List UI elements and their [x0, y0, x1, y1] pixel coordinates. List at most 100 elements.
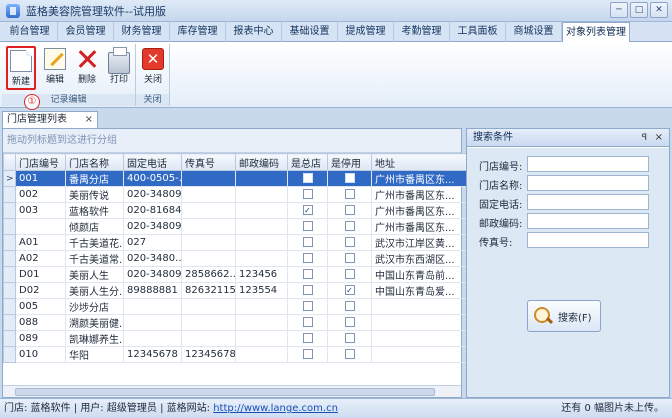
table-cell[interactable] [181, 202, 236, 219]
table-cell[interactable] [181, 218, 236, 235]
table-cell[interactable] [181, 234, 236, 251]
is-hq-cell[interactable] [287, 186, 328, 203]
checkbox[interactable]: ✓ [344, 285, 355, 295]
is-hq-cell[interactable] [287, 250, 328, 267]
search-field-input[interactable] [527, 213, 649, 229]
search-field-input[interactable] [527, 232, 649, 248]
menu-tab-5[interactable]: 基础设置 [282, 22, 338, 42]
table-cell[interactable]: 123554 [235, 282, 288, 299]
table-cell[interactable] [235, 202, 288, 219]
table-cell[interactable] [371, 298, 470, 315]
table-cell[interactable]: 千古美道常... [65, 250, 124, 267]
table-cell[interactable]: 倾颜店 [65, 218, 124, 235]
table-cell[interactable] [235, 346, 288, 363]
table-cell[interactable]: 020-34809... [123, 266, 182, 283]
table-cell[interactable]: 12345678 [181, 346, 236, 363]
table-row[interactable]: 010 华阳 12345678 12345678 [3, 346, 470, 363]
table-row[interactable]: 005 沙埗分店 [3, 298, 470, 315]
is-disabled-cell[interactable] [327, 266, 372, 283]
table-row[interactable]: A01 千古美道花... 027 武汉市江岸区黄... [3, 234, 470, 251]
table-cell[interactable]: 12345678 [123, 346, 182, 363]
table-cell[interactable] [181, 330, 236, 347]
menu-tab-2[interactable]: 财务管理 [114, 22, 170, 42]
table-cell[interactable] [181, 170, 236, 187]
is-disabled-cell[interactable] [327, 218, 372, 235]
table-row[interactable]: 089 凯琳娜养生... [3, 330, 470, 347]
table-row[interactable]: D01美丽人生020-34809...2858662...123456 中国山东青… [3, 266, 470, 283]
checkbox[interactable] [302, 301, 313, 311]
is-hq-cell[interactable] [287, 330, 328, 347]
table-cell[interactable]: 2858662... [181, 266, 236, 283]
table-cell[interactable]: D01 [15, 266, 66, 283]
column-header[interactable]: 邮政编码 [235, 153, 288, 171]
close-panel-icon[interactable]: × [655, 129, 663, 147]
checkbox[interactable] [302, 349, 313, 359]
table-cell[interactable] [123, 330, 182, 347]
column-header[interactable]: 门店名称 [65, 153, 124, 171]
is-hq-cell[interactable] [287, 170, 328, 187]
row-indicator[interactable] [3, 330, 16, 347]
table-cell[interactable]: 沙埗分店 [65, 298, 124, 315]
checkbox[interactable] [344, 269, 355, 279]
table-cell[interactable] [123, 298, 182, 315]
checkbox[interactable] [344, 237, 355, 247]
table-cell[interactable] [235, 250, 288, 267]
edit-button[interactable]: 编辑 [40, 46, 70, 90]
is-disabled-cell[interactable] [327, 202, 372, 219]
print-button[interactable]: 打印 [104, 46, 134, 90]
table-cell[interactable] [235, 170, 288, 187]
table-cell[interactable] [235, 314, 288, 331]
new-button[interactable]: 新建 [6, 46, 36, 90]
checkbox[interactable] [344, 205, 355, 215]
table-cell[interactable]: 89888881 [123, 282, 182, 299]
checkbox[interactable] [302, 253, 313, 263]
table-cell[interactable] [181, 314, 236, 331]
search-field-input[interactable] [527, 156, 649, 172]
table-cell[interactable]: 826321151 [181, 282, 236, 299]
table-cell[interactable]: 广州市番禺区东... [371, 170, 470, 187]
checkbox[interactable] [302, 237, 313, 247]
website-link[interactable]: http://www.lange.com.cn [213, 403, 338, 414]
column-header[interactable]: 是总店 [287, 153, 328, 171]
checkbox[interactable] [302, 173, 313, 183]
table-row[interactable]: 088 溯颜美丽健... [3, 314, 470, 331]
is-disabled-cell[interactable] [327, 314, 372, 331]
table-cell[interactable]: 中国山东青岛前... [371, 266, 470, 283]
menu-tab-4[interactable]: 报表中心 [226, 22, 282, 42]
table-cell[interactable] [15, 218, 66, 235]
is-hq-cell[interactable] [287, 298, 328, 315]
table-cell[interactable]: 020-3480... [123, 250, 182, 267]
menu-tab-0[interactable]: 前台管理 [2, 22, 58, 42]
table-cell[interactable] [371, 330, 470, 347]
table-cell[interactable] [371, 346, 470, 363]
row-indicator[interactable] [3, 250, 16, 267]
is-disabled-cell[interactable] [327, 170, 372, 187]
checkbox[interactable] [302, 221, 313, 231]
table-row[interactable]: 003蓝格软件020-81684... ✓ 广州市番禺区东... [3, 202, 470, 219]
menu-tab-9[interactable]: 商城设置 [506, 22, 562, 42]
row-indicator[interactable] [3, 186, 16, 203]
checkbox[interactable] [302, 333, 313, 343]
tab-store-list[interactable]: 门店管理列表 × [2, 111, 98, 128]
is-disabled-cell[interactable] [327, 346, 372, 363]
table-cell[interactable]: 089 [15, 330, 66, 347]
table-cell[interactable]: 020-81684... [123, 202, 182, 219]
delete-button[interactable]: 删除 [72, 46, 102, 90]
table-row[interactable]: >001番禺分店400-0505-... 广州市番禺区东... [3, 170, 470, 187]
menu-tab-8[interactable]: 工具面板 [450, 22, 506, 42]
pin-icon[interactable]: ꟼ [642, 129, 647, 147]
table-cell[interactable] [235, 234, 288, 251]
is-hq-cell[interactable] [287, 266, 328, 283]
table-cell[interactable] [235, 218, 288, 235]
group-by-hint[interactable]: 拖动列标题到这进行分组 [3, 129, 461, 153]
table-cell[interactable] [235, 298, 288, 315]
search-field-input[interactable] [527, 175, 649, 191]
table-cell[interactable]: 蓝格软件 [65, 202, 124, 219]
table-row[interactable]: D02美丽人生分...89888881826321151123554 ✓ 中国山东青… [3, 282, 470, 299]
column-header[interactable]: 固定电话 [123, 153, 182, 171]
checkbox[interactable] [344, 317, 355, 327]
table-cell[interactable]: 400-0505-... [123, 170, 182, 187]
table-cell[interactable] [371, 314, 470, 331]
row-indicator[interactable] [3, 346, 16, 363]
column-header[interactable]: 地址 [371, 153, 470, 171]
